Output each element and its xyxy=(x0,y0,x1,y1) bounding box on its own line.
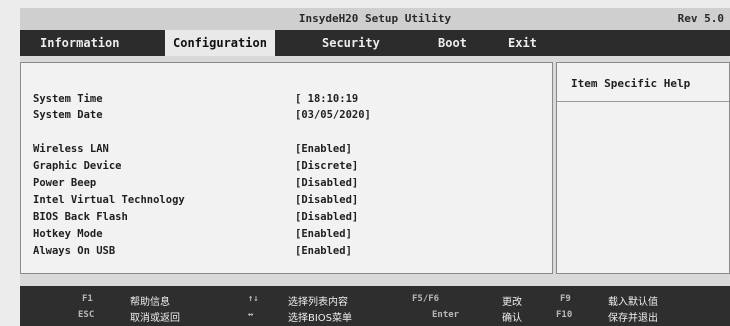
setting-label: BIOS Back Flash xyxy=(33,211,128,223)
setting-label: Wireless LAN xyxy=(33,143,109,155)
setting-label: Always On USB xyxy=(33,245,116,257)
setting-row-power-beep: Power Beep [Disabled] xyxy=(33,177,543,194)
setting-label: Hotkey Mode xyxy=(33,228,103,240)
tab-information[interactable]: Information xyxy=(40,30,119,56)
help-title: Item Specific Help xyxy=(571,77,691,90)
setting-label: Power Beep xyxy=(33,177,97,189)
tab-exit[interactable]: Exit xyxy=(508,30,537,56)
setting-label: Graphic Device xyxy=(33,160,122,172)
hotkey-mode-value[interactable]: [Enabled] xyxy=(295,228,352,240)
setting-row-intel-virtual-technology: Intel Virtual Technology [Disabled] xyxy=(33,194,543,211)
setting-row-graphic-device: Graphic Device [Discrete] xyxy=(33,160,543,177)
setting-row-hotkey-mode: Hotkey Mode [Enabled] xyxy=(33,228,543,245)
setting-row-wireless-lan: Wireless LAN [Enabled] xyxy=(33,143,543,160)
wireless-lan-value[interactable]: [Enabled] xyxy=(295,143,352,155)
key-esc-desc: 取消或返回 xyxy=(130,313,180,324)
revision-label: Rev 5.0 xyxy=(677,12,724,25)
key-f5f6-desc: 更改 xyxy=(502,297,522,308)
setting-row-system-date: System Date [03/05/2020] xyxy=(33,109,543,126)
arrow-leftright-desc: 选择BIOS菜单 xyxy=(288,313,353,324)
help-panel: Item Specific Help xyxy=(556,62,730,274)
help-divider xyxy=(557,101,729,102)
arrow-updown-desc: 选择列表内容 xyxy=(288,297,348,308)
key-f9-desc: 载入默认值 xyxy=(608,297,658,308)
setting-row-bios-back-flash: BIOS Back Flash [Disabled] xyxy=(33,211,543,228)
setting-label: Intel Virtual Technology xyxy=(33,194,185,206)
key-f10-desc: 保存并退出 xyxy=(608,313,658,324)
title-bar: InsydeH20 Setup Utility Rev 5.0 xyxy=(20,8,730,30)
system-time-value[interactable]: [ 18:10:19 xyxy=(295,93,358,105)
setting-row-always-on-usb: Always On USB [Enabled] xyxy=(33,245,543,262)
setting-label: System Time xyxy=(33,93,103,105)
settings-panel: System Time [ 18:10:19 System Date [03/0… xyxy=(20,62,553,274)
power-beep-value[interactable]: [Disabled] xyxy=(295,177,358,189)
always-on-usb-value[interactable]: [Enabled] xyxy=(295,245,352,257)
tab-security[interactable]: Security xyxy=(322,30,380,56)
tab-configuration[interactable]: Configuration xyxy=(165,30,275,56)
key-f1: F1 xyxy=(82,294,93,304)
arrow-updown-icon: ↑↓ xyxy=(248,294,259,304)
key-esc: ESC xyxy=(78,310,95,320)
bios-back-flash-value[interactable]: [Disabled] xyxy=(295,211,358,223)
key-enter-desc: 确认 xyxy=(502,313,522,324)
key-f1-desc: 帮助信息 xyxy=(130,297,170,308)
menu-bar: Information Configuration Security Boot … xyxy=(20,30,730,56)
key-help-footer: F1 帮助信息 ↑↓ 选择列表内容 F5/F6 更改 F9 载入默认值 ESC … xyxy=(20,286,730,326)
app-title: InsydeH20 Setup Utility xyxy=(298,12,452,25)
key-f9: F9 xyxy=(560,294,571,304)
arrow-leftright-icon: ↔ xyxy=(248,310,254,320)
key-f5f6: F5/F6 xyxy=(412,294,440,304)
key-f10: F10 xyxy=(556,310,573,320)
key-enter: Enter xyxy=(432,310,460,320)
system-date-value[interactable]: [03/05/2020] xyxy=(295,109,371,121)
setting-label: System Date xyxy=(33,109,103,121)
intel-vt-value[interactable]: [Disabled] xyxy=(295,194,358,206)
graphic-device-value[interactable]: [Discrete] xyxy=(295,160,358,172)
setting-row-system-time: System Time [ 18:10:19 xyxy=(33,93,543,110)
tab-boot[interactable]: Boot xyxy=(438,30,467,56)
